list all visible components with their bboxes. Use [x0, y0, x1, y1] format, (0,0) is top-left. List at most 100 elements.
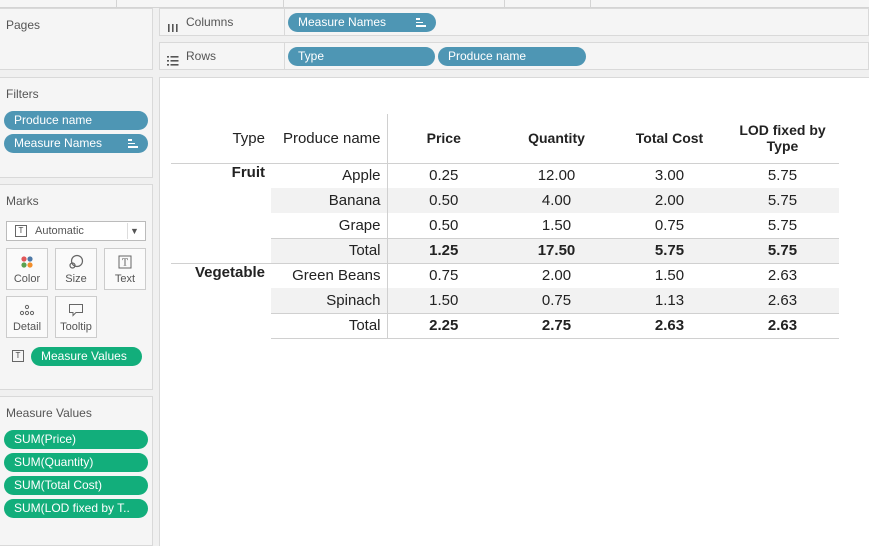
size-button[interactable]: Size: [55, 248, 97, 290]
tooltip-label: Tooltip: [60, 321, 92, 333]
lod-cell[interactable]: 5.75: [726, 188, 839, 213]
rows-pill-type[interactable]: Type: [288, 47, 435, 66]
price-cell[interactable]: 0.25: [387, 162, 500, 188]
rows-pill-produce-name[interactable]: Produce name: [438, 47, 586, 66]
tableau-worksheet: Pages Filters Produce name Measure Names…: [0, 0, 869, 546]
total-cost-cell[interactable]: 1.13: [613, 288, 726, 313]
columns-pill-measure-names[interactable]: Measure Names: [288, 13, 436, 32]
columns-shelf[interactable]: Columns Measure Names: [159, 8, 869, 36]
measure-values-card[interactable]: Measure Values SUM(Price) SUM(Quantity) …: [0, 396, 153, 546]
quantity-cell[interactable]: 4.00: [500, 188, 613, 213]
pages-card[interactable]: Pages: [0, 8, 153, 70]
text-pill-measure-values[interactable]: Measure Values: [31, 347, 142, 366]
header-lod-line2: Type: [766, 138, 799, 155]
pill-label: Measure Names: [298, 15, 387, 29]
total-cost-cell[interactable]: 3.00: [613, 162, 726, 188]
mark-type-dropdown[interactable]: T Automatic ▼: [6, 221, 146, 241]
total-cost-cell[interactable]: 0.75: [613, 213, 726, 238]
strip-divider: [590, 0, 591, 8]
price-cell[interactable]: 0.50: [387, 188, 500, 213]
size-label: Size: [65, 273, 87, 285]
measure-pill[interactable]: SUM(LOD fixed by T..: [4, 499, 148, 518]
filters-card[interactable]: Filters Produce name Measure Names: [0, 77, 153, 178]
produce-cell[interactable]: Spinach: [271, 288, 388, 313]
filter-pill-produce-name[interactable]: Produce name: [4, 111, 148, 130]
rows-shelf[interactable]: Rows Type Produce name: [159, 42, 869, 70]
price-cell[interactable]: 1.50: [387, 288, 500, 313]
header-total-cost[interactable]: Total Cost: [613, 114, 726, 163]
type-cell-vegetable[interactable]: Vegetable: [171, 262, 271, 338]
text-label: Text: [114, 273, 136, 285]
total-quantity-cell[interactable]: 2.75: [500, 312, 613, 339]
header-price[interactable]: Price: [387, 114, 500, 163]
measure-values-pill-label: Measure Values: [41, 349, 127, 363]
total-total-cost-cell[interactable]: 5.75: [613, 237, 726, 263]
svg-text:T: T: [122, 259, 128, 269]
price-cell[interactable]: 0.50: [387, 213, 500, 238]
columns-label: Columns: [186, 15, 234, 29]
quantity-cell[interactable]: 0.75: [500, 288, 613, 313]
produce-cell[interactable]: Grape: [271, 213, 388, 238]
total-lod-cell[interactable]: 2.63: [726, 312, 839, 339]
lod-cell[interactable]: 5.75: [726, 213, 839, 238]
color-icon: [7, 254, 47, 270]
filter-pill-measure-names[interactable]: Measure Names: [4, 134, 148, 153]
measure-pill[interactable]: SUM(Quantity): [4, 453, 148, 472]
header-row: Type Produce name Price Quantity Total C…: [171, 114, 839, 163]
measure-values-title: Measure Values: [6, 406, 92, 420]
price-cell[interactable]: 0.75: [387, 262, 500, 288]
size-icon: [56, 254, 96, 270]
header-lod-fixed-by-type[interactable]: LOD fixed by Type: [726, 114, 839, 163]
produce-cell[interactable]: Green Beans: [271, 262, 388, 288]
total-label[interactable]: Total: [271, 312, 388, 339]
tooltip-button[interactable]: Tooltip: [55, 296, 97, 338]
pill-label: Type: [298, 49, 325, 63]
worksheet-view[interactable]: Type Produce name Price Quantity Total C…: [159, 77, 869, 546]
rows-icon: [167, 50, 179, 66]
table-row: Fruit Apple 0.25 12.00 3.00 5.75: [171, 162, 839, 263]
total-price-cell[interactable]: 1.25: [387, 237, 500, 263]
quantity-cell[interactable]: 2.00: [500, 262, 613, 288]
total-cost-cell[interactable]: 2.00: [613, 188, 726, 213]
crosstab-table: Type Produce name Price Quantity Total C…: [171, 114, 839, 339]
lod-cell[interactable]: 2.63: [726, 288, 839, 313]
produce-cell[interactable]: Banana: [271, 188, 388, 213]
color-label: Color: [13, 273, 41, 285]
quantity-cell[interactable]: 1.50: [500, 213, 613, 238]
quantity-cell[interactable]: 12.00: [500, 162, 613, 188]
text-icon: T: [105, 254, 145, 270]
header-quantity[interactable]: Quantity: [500, 114, 613, 163]
lod-cell[interactable]: 2.63: [726, 262, 839, 288]
text-button[interactable]: T Text: [104, 248, 146, 290]
mark-type-value: Automatic: [35, 225, 84, 237]
measure-pill-label: SUM(Total Cost): [14, 478, 103, 492]
detail-button[interactable]: Detail: [6, 296, 48, 338]
table-row: Spinach 1.50 0.75 1.13 2.63: [171, 288, 839, 313]
header-produce-name[interactable]: Produce name: [271, 114, 388, 163]
total-total-cost-cell[interactable]: 2.63: [613, 312, 726, 339]
measure-pill-label: SUM(Price): [14, 432, 76, 446]
rows-shelf-label: Rows: [160, 43, 285, 69]
chevron-down-icon[interactable]: ▼: [127, 223, 141, 239]
measure-pill[interactable]: SUM(Total Cost): [4, 476, 148, 495]
sort-icon: [128, 139, 138, 148]
total-cost-cell[interactable]: 1.50: [613, 262, 726, 288]
strip-divider: [116, 0, 117, 8]
measure-pill[interactable]: SUM(Price): [4, 430, 148, 449]
filters-title: Filters: [6, 87, 39, 101]
lod-cell[interactable]: 5.75: [726, 162, 839, 188]
total-label[interactable]: Total: [271, 237, 388, 263]
header-type[interactable]: Type: [171, 114, 271, 163]
marks-card[interactable]: Marks T Automatic ▼ Color Size T Text De…: [0, 184, 153, 390]
measure-pill-label: SUM(LOD fixed by T..: [14, 501, 130, 515]
columns-icon: [167, 16, 179, 32]
produce-cell[interactable]: Apple: [271, 162, 388, 188]
type-cell-fruit[interactable]: Fruit: [171, 162, 271, 263]
columns-shelf-label: Columns: [160, 9, 285, 35]
table-row: Grape 0.50 1.50 0.75 5.75: [171, 213, 839, 238]
total-price-cell[interactable]: 2.25: [387, 312, 500, 339]
strip-divider: [504, 0, 505, 8]
total-lod-cell[interactable]: 5.75: [726, 237, 839, 263]
total-quantity-cell[interactable]: 17.50: [500, 237, 613, 263]
color-button[interactable]: Color: [6, 248, 48, 290]
